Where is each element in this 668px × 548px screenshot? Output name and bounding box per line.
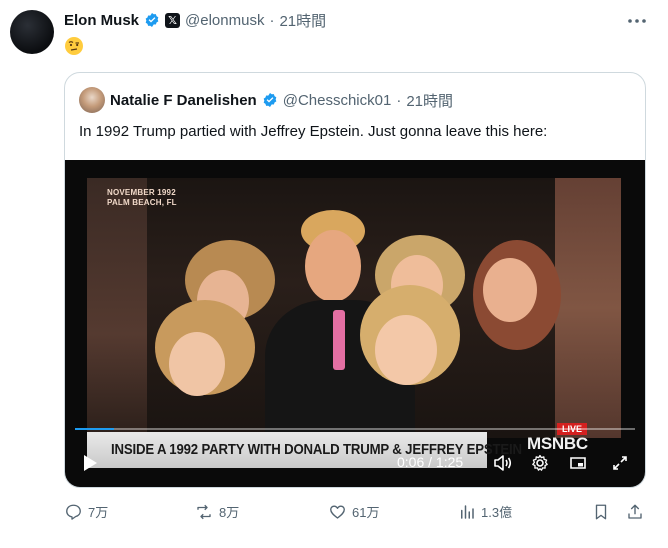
dateline-date: NOVEMBER 1992	[107, 188, 176, 197]
share-upload-icon	[626, 502, 644, 522]
person-face	[375, 315, 437, 385]
quoted-tweet-card[interactable]: Natalie F Danelishen @Chesschick01 · 21時…	[64, 72, 646, 488]
more-options-icon[interactable]	[628, 10, 646, 26]
tweet-action-bar: 7万 8万 61万 1.3億	[64, 502, 649, 524]
repost-button[interactable]: 8万	[194, 502, 239, 521]
views-button[interactable]: 1.3億	[458, 502, 512, 521]
video-frame-left-blur	[87, 178, 147, 438]
verified-badge-icon	[144, 12, 160, 28]
verified-badge-icon	[262, 92, 278, 108]
video-player[interactable]: NOVEMBER 1992 PALM BEACH, FL INSIDE A 19…	[65, 160, 645, 487]
video-time-display: 0:06 / 1:25	[397, 454, 464, 470]
like-heart-icon	[328, 503, 347, 521]
views-count: 1.3億	[481, 505, 513, 520]
video-dateline: NOVEMBER 1992 PALM BEACH, FL	[107, 188, 177, 208]
person-face	[483, 258, 537, 322]
video-frame-right-blur	[555, 178, 621, 438]
repost-count: 8万	[219, 505, 240, 520]
fullscreen-icon[interactable]	[611, 454, 629, 472]
bookmark-button[interactable]	[592, 502, 610, 522]
volume-icon[interactable]	[493, 454, 512, 472]
picture-in-picture-icon[interactable]	[569, 454, 587, 472]
video-progress-bar[interactable]	[75, 428, 635, 430]
author-handle[interactable]: @elonmusk	[185, 12, 264, 29]
author-avatar[interactable]	[10, 10, 54, 54]
quoted-tweet-text: In 1992 Trump partied with Jeffrey Epste…	[79, 123, 548, 140]
reply-icon	[64, 503, 83, 521]
separator: ·	[269, 11, 275, 29]
x-affiliate-icon: 𝕏	[165, 12, 181, 28]
views-bar-chart-icon	[458, 503, 476, 521]
video-progress-fill	[75, 428, 114, 430]
quoted-author-name[interactable]: Natalie F Danelishen	[110, 92, 257, 109]
tweet-timestamp[interactable]: 21時間	[279, 10, 326, 31]
bookmark-icon	[592, 502, 610, 522]
tweet-header: Elon Musk 𝕏 @elonmusk · 21時間	[64, 9, 326, 31]
dateline-place: PALM BEACH, FL	[107, 198, 177, 207]
like-count: 61万	[352, 505, 380, 520]
share-button[interactable]	[626, 502, 644, 522]
quoted-author-avatar[interactable]	[79, 87, 105, 113]
reply-button[interactable]: 7万	[64, 502, 108, 521]
network-logo: MSNBC	[527, 434, 588, 453]
reply-count: 7万	[88, 505, 109, 520]
like-button[interactable]: 61万	[328, 502, 379, 521]
quoted-author-handle[interactable]: @Chesschick01	[283, 92, 392, 109]
person-face	[169, 332, 225, 396]
play-icon[interactable]	[81, 454, 99, 472]
quoted-tweet-timestamp[interactable]: 21時間	[406, 90, 453, 111]
settings-gear-icon[interactable]	[531, 454, 549, 472]
person-tie	[333, 310, 345, 370]
raised-eyebrow-emoji-icon	[64, 36, 84, 56]
repost-icon	[194, 503, 214, 521]
separator: ·	[396, 91, 402, 109]
quoted-tweet-header: Natalie F Danelishen @Chesschick01 · 21時…	[79, 87, 453, 113]
author-name[interactable]: Elon Musk	[64, 12, 139, 29]
person-face	[305, 230, 361, 302]
